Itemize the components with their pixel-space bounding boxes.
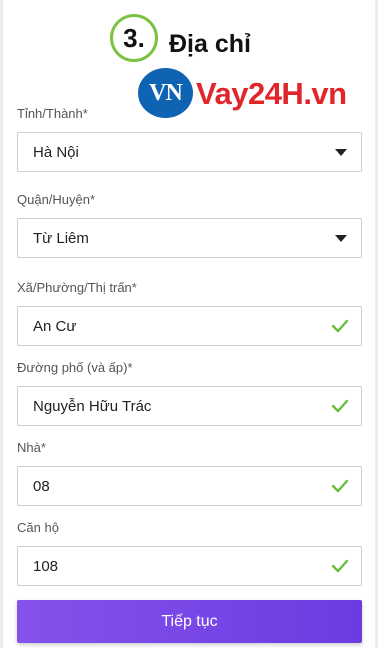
district-select[interactable]: Từ Liêm [17,218,362,258]
house-number-value: 08 [33,477,50,495]
apartment-value: 108 [33,557,59,575]
chevron-down-icon [335,235,347,242]
street-field: Đường phố (và ấp)* Nguyễn Hữu Trác [17,359,362,426]
province-label: Tỉnh/Thành* [17,106,88,121]
apartment-input[interactable]: 108 [17,546,362,586]
ward-field: Xã/Phường/Thị trấn* An Cư [17,279,362,346]
apartment-field: Căn hộ 108 [17,519,362,586]
province-value: Hà Nội [33,143,79,161]
apartment-label: Căn hộ [17,520,59,535]
check-icon [331,319,349,333]
ward-label: Xã/Phường/Thị trấn* [17,280,137,295]
street-input[interactable]: Nguyễn Hữu Trác [17,386,362,426]
house-number-label: Nhà* [17,440,46,455]
address-form-card: 3. Địa chỉ VN Vay24H.vn Tỉnh/Thành* Hà N… [3,0,375,648]
chevron-down-icon [335,149,347,156]
province-field: Tỉnh/Thành* Hà Nội [17,105,362,172]
house-number-input[interactable]: 08 [17,466,362,506]
house-number-field: Nhà* 08 [17,439,362,506]
district-value: Từ Liêm [33,229,89,247]
check-icon [331,559,349,573]
continue-button[interactable]: Tiếp tục [17,600,362,643]
check-icon [331,479,349,493]
ward-value: An Cư [33,317,77,335]
step-title: Địa chỉ [169,30,251,58]
street-label: Đường phố (và ấp)* [17,360,133,375]
street-value: Nguyễn Hữu Trác [33,397,152,415]
check-icon [331,399,349,413]
ward-input[interactable]: An Cư [17,306,362,346]
step-number-badge: 3. [110,14,158,62]
province-select[interactable]: Hà Nội [17,132,362,172]
district-label: Quận/Huyện* [17,192,96,207]
district-field: Quận/Huyện* Từ Liêm [17,191,362,258]
